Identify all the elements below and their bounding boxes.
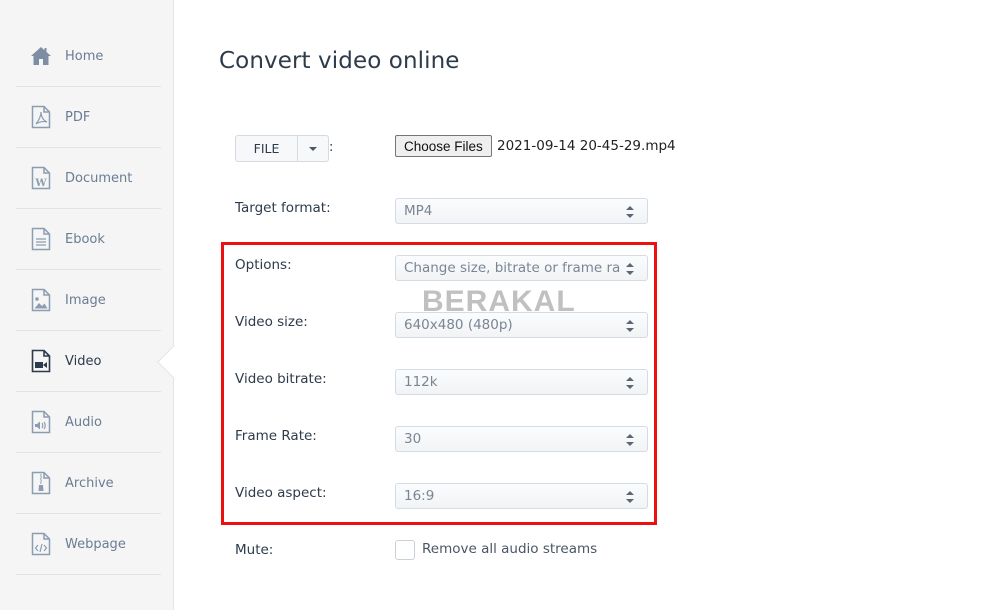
sidebar-item-label: Ebook xyxy=(65,231,105,247)
sidebar-nav: Home PDF W Document Ebook Image Video Au… xyxy=(16,26,161,575)
remove-audio-label[interactable]: Remove all audio streams xyxy=(422,541,597,557)
file-source-dropdown[interactable]: FILE xyxy=(235,135,329,162)
sidebar-item-label: Video xyxy=(65,353,102,369)
sidebar-item-document[interactable]: W Document xyxy=(16,148,161,209)
target-format-label: Target format: xyxy=(235,200,331,216)
home-icon xyxy=(30,44,52,68)
sidebar-item-image[interactable]: Image xyxy=(16,270,161,331)
target-format-value: MP4 xyxy=(404,203,433,219)
sidebar-item-label: Audio xyxy=(65,414,102,430)
sidebar-item-label: Document xyxy=(65,170,133,186)
sidebar-item-video[interactable]: Video xyxy=(16,331,161,392)
video-file-icon xyxy=(30,349,52,373)
sidebar-item-label: PDF xyxy=(65,109,91,125)
sidebar-item-home[interactable]: Home xyxy=(16,26,161,87)
archive-file-icon xyxy=(30,471,52,495)
select-arrows-icon xyxy=(626,206,634,218)
mute-label: Mute: xyxy=(235,542,274,558)
sidebar-item-label: Webpage xyxy=(65,536,126,552)
sidebar: Home PDF W Document Ebook Image Video Au… xyxy=(0,0,174,610)
sidebar-item-ebook[interactable]: Ebook xyxy=(16,209,161,270)
sidebar-item-label: Image xyxy=(65,292,106,308)
pdf-file-icon xyxy=(30,105,52,129)
caret-down-icon xyxy=(309,146,317,151)
word-document-icon: W xyxy=(30,166,52,190)
webpage-file-icon xyxy=(30,532,52,556)
file-source-button[interactable]: FILE xyxy=(236,136,298,161)
ebook-icon xyxy=(30,227,52,251)
audio-file-icon xyxy=(30,410,52,434)
sidebar-item-label: Home xyxy=(65,48,104,64)
choose-files-button[interactable]: Choose Files xyxy=(395,135,492,157)
image-file-icon xyxy=(30,288,52,312)
page-title: Convert video online xyxy=(219,48,460,74)
sidebar-item-archive[interactable]: Archive xyxy=(16,453,161,514)
sidebar-item-pdf[interactable]: PDF xyxy=(16,87,161,148)
sidebar-item-webpage[interactable]: Webpage xyxy=(16,514,161,575)
sidebar-item-label: Archive xyxy=(65,475,114,491)
file-row-colon: : xyxy=(329,140,334,155)
svg-text:W: W xyxy=(34,178,47,189)
target-format-select[interactable]: MP4 xyxy=(395,198,648,224)
file-source-caret[interactable] xyxy=(298,136,328,161)
remove-audio-checkbox[interactable] xyxy=(395,540,415,560)
watermark: BERAKAL xyxy=(422,285,576,318)
selected-file-name: 2021-09-14 20-45-29.mp4 xyxy=(497,138,676,154)
sidebar-item-audio[interactable]: Audio xyxy=(16,392,161,453)
